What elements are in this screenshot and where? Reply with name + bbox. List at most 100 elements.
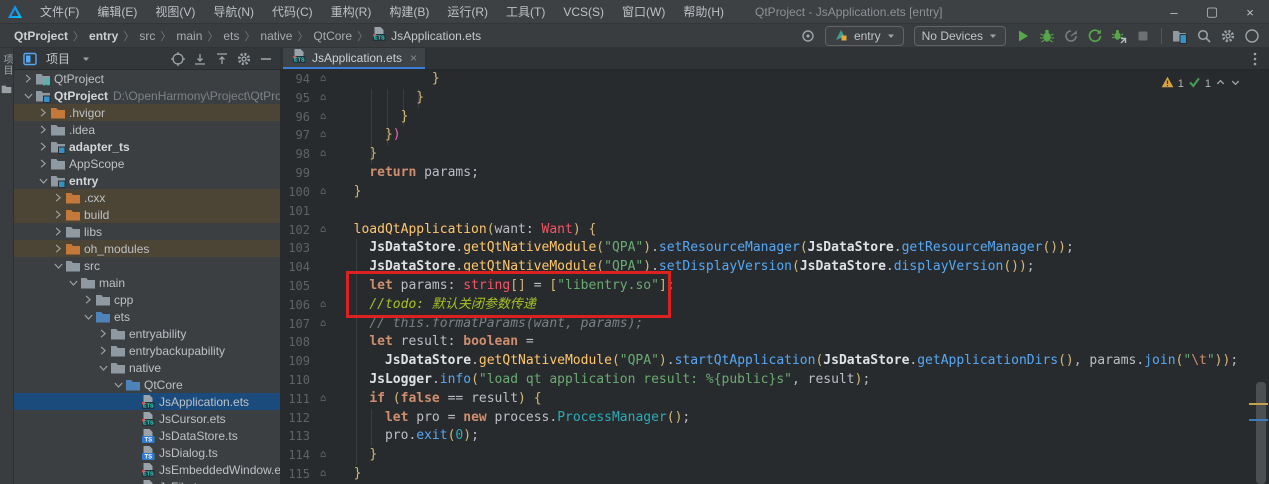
fold-marker-icon[interactable]: ⌂ bbox=[316, 108, 330, 127]
menu-item-1[interactable]: 编辑(E) bbox=[88, 5, 146, 19]
next-problem-icon[interactable] bbox=[1230, 77, 1241, 91]
editor-scrollbar[interactable] bbox=[1256, 382, 1266, 484]
chevron-down-icon[interactable] bbox=[52, 258, 65, 274]
fold-marker-icon[interactable]: ⌂ bbox=[316, 446, 330, 465]
chevron-right-icon[interactable] bbox=[37, 105, 50, 121]
chevron-right-icon[interactable] bbox=[37, 139, 50, 155]
project-tree[interactable]: QtProjectQtProject D:\OpenHarmony\Projec… bbox=[14, 70, 280, 484]
menu-item-2[interactable]: 视图(V) bbox=[146, 5, 204, 19]
code-line-110[interactable]: 110 JsLogger.info("load qt application r… bbox=[280, 371, 1269, 390]
fold-marker-icon[interactable]: ⌂ bbox=[316, 126, 330, 145]
chevron-right-icon[interactable] bbox=[52, 241, 65, 257]
menu-item-4[interactable]: 代码(C) bbox=[263, 5, 322, 19]
fold-marker-icon[interactable]: ⌂ bbox=[316, 89, 330, 108]
tab-jsapplication[interactable]: ETS JsApplication.ets × bbox=[283, 48, 425, 69]
menu-item-6[interactable]: 构建(B) bbox=[380, 5, 438, 19]
tree-item-src[interactable]: src bbox=[14, 257, 280, 274]
chevron-right-icon[interactable] bbox=[37, 122, 50, 138]
device-target-button[interactable] bbox=[797, 26, 819, 46]
code-line-96[interactable]: 96⌂ } bbox=[280, 108, 1269, 127]
code-editor[interactable]: 94⌂ }95⌂ }96⌂ }97⌂ })98⌂ }99 return para… bbox=[280, 70, 1269, 484]
code-line-111[interactable]: 111⌂ if (false == result) { bbox=[280, 390, 1269, 409]
attach-debugger-button[interactable] bbox=[1108, 26, 1130, 46]
tree-item-AppScope[interactable]: AppScope bbox=[14, 155, 280, 172]
tree-item-native[interactable]: native bbox=[14, 359, 280, 376]
code-line-113[interactable]: 113 pro.exit(0); bbox=[280, 427, 1269, 446]
chevron-right-icon[interactable] bbox=[97, 343, 110, 359]
fold-marker-icon[interactable]: ⌂ bbox=[316, 183, 330, 202]
breadcrumb-QtCore[interactable]: QtCore bbox=[311, 29, 354, 43]
project-stripe-label[interactable]: 项目 bbox=[0, 54, 14, 76]
tree-item-JsEmbeddedWindow.ets[interactable]: ETSJsEmbeddedWindow.ets bbox=[14, 461, 280, 478]
debug-button[interactable] bbox=[1036, 26, 1058, 46]
tree-item-JsFile.ts[interactable]: TSJsFile.ts bbox=[14, 478, 280, 484]
chevron-right-icon[interactable] bbox=[97, 326, 110, 342]
chevron-down-icon[interactable] bbox=[82, 309, 95, 325]
expand-all-button[interactable] bbox=[212, 50, 232, 68]
tree-item-.cxx[interactable]: .cxx bbox=[14, 189, 280, 206]
chevron-down-icon[interactable] bbox=[37, 173, 50, 189]
code-line-112[interactable]: 112 let pro = new process.ProcessManager… bbox=[280, 409, 1269, 428]
code-line-108[interactable]: 108 let result: boolean = bbox=[280, 333, 1269, 352]
module-select[interactable]: entry bbox=[825, 26, 904, 46]
code-line-101[interactable]: 101 bbox=[280, 202, 1269, 221]
settings-button[interactable] bbox=[1217, 26, 1239, 46]
hide-button[interactable] bbox=[256, 50, 276, 68]
device-file-explorer-button[interactable] bbox=[1169, 26, 1191, 46]
code-line-109[interactable]: 109 JsDataStore.getQtNativeModule("QPA")… bbox=[280, 352, 1269, 371]
tree-item-cpp[interactable]: cpp bbox=[14, 291, 280, 308]
tree-item-.idea[interactable]: .idea bbox=[14, 121, 280, 138]
menu-item-11[interactable]: 帮助(H) bbox=[674, 5, 733, 19]
chevron-right-icon[interactable] bbox=[37, 156, 50, 172]
fold-marker-icon[interactable]: ⌂ bbox=[316, 315, 330, 334]
menu-item-5[interactable]: 重构(R) bbox=[322, 5, 381, 19]
code-line-97[interactable]: 97⌂ }) bbox=[280, 126, 1269, 145]
code-line-94[interactable]: 94⌂ } bbox=[280, 70, 1269, 89]
more-options-icon[interactable] bbox=[1247, 51, 1263, 72]
tree-item-JsDataStore.ts[interactable]: TSJsDataStore.ts bbox=[14, 427, 280, 444]
search-button[interactable] bbox=[1193, 26, 1215, 46]
breadcrumb-ets[interactable]: ets bbox=[221, 29, 241, 43]
chevron-down-icon[interactable] bbox=[67, 275, 80, 291]
chevron-down-icon[interactable] bbox=[76, 50, 96, 68]
tree-item-ets[interactable]: ets bbox=[14, 308, 280, 325]
minimize-button[interactable]: – bbox=[1155, 0, 1193, 24]
fold-marker-icon[interactable]: ⌂ bbox=[316, 70, 330, 89]
menu-item-8[interactable]: 工具(T) bbox=[497, 5, 554, 19]
run-button[interactable] bbox=[1012, 26, 1034, 46]
tree-item-adapter_ts[interactable]: adapter_ts bbox=[14, 138, 280, 155]
chevron-right-icon[interactable] bbox=[52, 207, 65, 223]
tree-item-build[interactable]: build bbox=[14, 206, 280, 223]
tree-item-oh_modules[interactable]: oh_modules bbox=[14, 240, 280, 257]
folder-icon[interactable] bbox=[1, 81, 12, 99]
breadcrumb-main[interactable]: main bbox=[174, 29, 204, 43]
rerun-button[interactable] bbox=[1084, 26, 1106, 46]
tree-item-libs[interactable]: libs bbox=[14, 223, 280, 240]
breadcrumb-entry[interactable]: entry bbox=[87, 29, 120, 43]
stop-button[interactable] bbox=[1132, 26, 1154, 46]
menu-item-7[interactable]: 运行(R) bbox=[438, 5, 497, 19]
menu-item-9[interactable]: VCS(S) bbox=[554, 5, 613, 19]
fold-marker-icon[interactable]: ⌂ bbox=[316, 145, 330, 164]
tree-item-entrybackupability[interactable]: entrybackupability bbox=[14, 342, 280, 359]
code-line-115[interactable]: 115⌂ } bbox=[280, 465, 1269, 484]
chevron-down-icon[interactable] bbox=[97, 360, 110, 376]
tree-item-JsDialog.ts[interactable]: TSJsDialog.ts bbox=[14, 444, 280, 461]
breadcrumb-QtProject[interactable]: QtProject bbox=[12, 29, 70, 43]
breadcrumb-native[interactable]: native bbox=[258, 29, 294, 43]
fold-marker-icon[interactable]: ⌂ bbox=[316, 390, 330, 409]
device-select[interactable]: No Devices bbox=[914, 26, 1006, 46]
tree-item-entryability[interactable]: entryability bbox=[14, 325, 280, 342]
inspections-widget[interactable]: 11 bbox=[1161, 76, 1241, 91]
chevron-down-icon[interactable] bbox=[112, 377, 125, 393]
project-panel-title[interactable]: 项目 bbox=[46, 50, 70, 67]
stripe-mark-warning[interactable] bbox=[1249, 403, 1268, 405]
tree-item-QtCore[interactable]: QtCore bbox=[14, 376, 280, 393]
tree-item-JsCursor.ets[interactable]: ETSJsCursor.ets bbox=[14, 410, 280, 427]
restore-button[interactable]: ▢ bbox=[1193, 0, 1231, 24]
ok-icon[interactable] bbox=[1188, 76, 1201, 91]
warning-icon[interactable] bbox=[1161, 76, 1174, 91]
prev-problem-icon[interactable] bbox=[1215, 77, 1226, 91]
fold-marker-icon[interactable]: ⌂ bbox=[316, 221, 330, 240]
breadcrumb-file[interactable]: ETSJsApplication.ets bbox=[371, 26, 481, 45]
